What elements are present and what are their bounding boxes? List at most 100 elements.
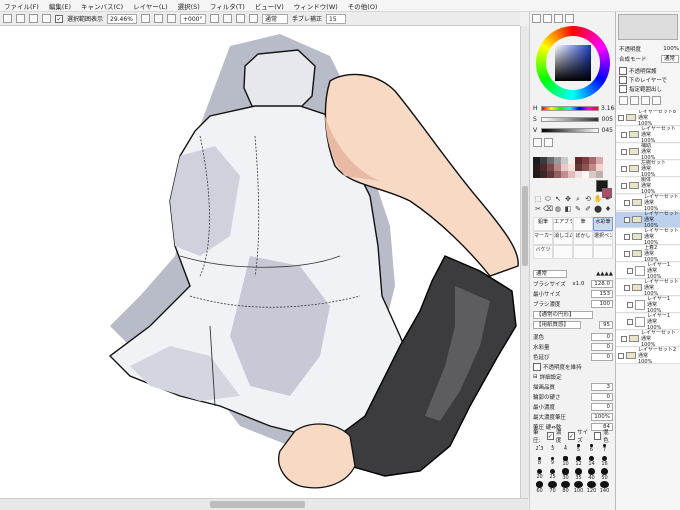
tool-icon[interactable]: ✐	[583, 204, 593, 214]
layer-blend-select[interactable]: 通常	[661, 54, 679, 63]
texture-strength-field[interactable]: 95	[599, 320, 613, 329]
menu-filter[interactable]: フィルタ(T)	[210, 1, 245, 11]
swatch[interactable]	[561, 157, 568, 164]
brush-tool-slot[interactable]: 筆	[573, 217, 593, 231]
swatch[interactable]	[540, 171, 547, 178]
clip-checkbox[interactable]	[619, 75, 627, 84]
detail-toggle[interactable]: ⊟ 詳細設定	[533, 372, 613, 381]
water-field[interactable]: 0	[591, 342, 613, 351]
layer-item[interactable]: レイヤー1 通常 100%	[616, 262, 680, 280]
visibility-icon[interactable]	[621, 182, 627, 189]
max-pressure-field[interactable]: 100%	[591, 412, 613, 421]
brush-size-preset[interactable]: 60	[533, 481, 546, 494]
merge-icon[interactable]	[641, 96, 650, 105]
pressure-density-checkbox[interactable]: ✓	[546, 431, 554, 440]
swatch[interactable]	[582, 164, 589, 171]
brush-size-preset[interactable]: 9	[546, 455, 559, 468]
swatch[interactable]	[561, 171, 568, 178]
layer-item[interactable]: レイヤーセット 通常 100%	[616, 330, 680, 348]
drawing-canvas[interactable]	[0, 26, 520, 498]
brush-tool-slot[interactable]: 水彩筆	[593, 217, 613, 231]
brush-shape-select[interactable]: 【通常の円形】	[533, 310, 593, 319]
pressure-mix-checkbox[interactable]	[593, 431, 602, 440]
swatch[interactable]	[533, 164, 540, 171]
brush-tool-slot[interactable]: 鉛筆	[533, 217, 553, 231]
trash-icon[interactable]	[652, 96, 661, 105]
brush-size-field[interactable]: 128.0	[591, 279, 613, 288]
brush-size-preset[interactable]: 50	[598, 468, 611, 481]
color-wheel-tab-icon[interactable]	[532, 14, 541, 23]
visibility-icon[interactable]	[624, 199, 630, 206]
tool-icon[interactable]: ✥	[563, 194, 573, 204]
layer-item[interactable]: 左腕セット 通常 100%	[616, 160, 680, 178]
layer-item[interactable]: レイヤーセット 通常 100%	[616, 194, 680, 212]
swatch[interactable]	[540, 157, 547, 164]
tool-icon[interactable]: ◧	[563, 204, 573, 214]
visibility-icon[interactable]	[618, 352, 624, 359]
swatch[interactable]	[547, 171, 554, 178]
swatch[interactable]	[554, 164, 561, 171]
swatch[interactable]	[547, 164, 554, 171]
brush-size-preset[interactable]: 80	[559, 481, 572, 494]
swatch[interactable]	[596, 171, 603, 178]
tool-icon[interactable]: ↖	[553, 194, 563, 204]
layer-item[interactable]: レイヤーセット 通常 100%	[616, 211, 680, 229]
layer-item[interactable]: レイヤーセット2 通常 100%	[616, 347, 680, 365]
select-source-checkbox[interactable]	[619, 84, 627, 93]
brush-size-preset[interactable]: 40	[585, 468, 598, 481]
saturation-slider[interactable]: S 005	[533, 115, 613, 124]
layer-item[interactable]: レイヤー1 通常 100%	[616, 296, 680, 314]
swatch[interactable]	[575, 164, 582, 171]
visibility-icon[interactable]	[624, 250, 630, 257]
brush-size-preset[interactable]: 2.3	[533, 442, 546, 455]
tool-icon[interactable]: ⬚	[533, 194, 543, 204]
layer-item[interactable]: 胴体 通常 100%	[616, 177, 680, 195]
canvas-horizontal-scrollbar[interactable]	[0, 498, 528, 510]
brush-tool-slot[interactable]: エアブラシ	[553, 217, 573, 231]
brush-size-preset[interactable]: 25	[546, 468, 559, 481]
swatch[interactable]	[582, 157, 589, 164]
tool-icon[interactable]: ♦	[603, 204, 613, 214]
swatch[interactable]	[589, 157, 596, 164]
swatch[interactable]	[561, 164, 568, 171]
menu-window[interactable]: ウィンドウ(W)	[294, 1, 338, 11]
saturation-value-square[interactable]	[555, 45, 591, 81]
brush-size-preset[interactable]: 20	[533, 468, 546, 481]
visibility-icon[interactable]	[621, 165, 627, 172]
menu-select[interactable]: 選択(S)	[178, 1, 200, 11]
tool-icon[interactable]: ✋	[593, 194, 603, 204]
swatch[interactable]	[575, 171, 582, 178]
brush-size-preset[interactable]: 70	[546, 481, 559, 494]
layer-item[interactable]: レイヤーセット 通常 100%	[616, 228, 680, 246]
tool-icon[interactable]: ◍	[553, 204, 563, 214]
rotate-left-icon[interactable]	[210, 14, 220, 23]
palette-delete-icon[interactable]	[544, 138, 553, 147]
visibility-icon[interactable]	[624, 284, 630, 291]
tool-icon[interactable]: ✂	[533, 204, 543, 214]
value-slider[interactable]: V 045	[533, 126, 613, 135]
swatch[interactable]	[554, 171, 561, 178]
layer-item[interactable]: 上着2 通常 100%	[616, 245, 680, 263]
layer-item[interactable]: 補助 通常 100%	[616, 143, 680, 161]
new-layer-icon[interactable]	[619, 96, 628, 105]
swatch[interactable]	[596, 157, 603, 164]
brush-size-preset[interactable]: 12	[572, 455, 585, 468]
swatch[interactable]	[589, 164, 596, 171]
zoom-field[interactable]: 29.46%	[107, 13, 138, 24]
brush-size-preset[interactable]: 5	[572, 442, 585, 455]
tool-icon[interactable]: ⬤	[593, 204, 603, 214]
swatch[interactable]	[568, 164, 575, 171]
visibility-icon[interactable]	[627, 267, 633, 274]
menu-canvas[interactable]: キャンバス(C)	[81, 1, 123, 11]
keep-opacity-checkbox[interactable]	[533, 362, 541, 371]
swatch[interactable]	[582, 171, 589, 178]
visibility-icon[interactable]	[624, 233, 630, 240]
brush-size-preset[interactable]: 3	[546, 442, 559, 455]
tool-icon[interactable]: ✎	[573, 204, 583, 214]
visibility-icon[interactable]	[627, 301, 633, 308]
min-density-field[interactable]: 0	[591, 402, 613, 411]
visibility-icon[interactable]	[627, 318, 633, 325]
layer-item[interactable]: レイヤーセット 通常 100%	[616, 126, 680, 144]
canvas-vertical-scrollbar[interactable]	[520, 26, 529, 498]
tool-icon[interactable]: ⬭	[543, 194, 553, 204]
